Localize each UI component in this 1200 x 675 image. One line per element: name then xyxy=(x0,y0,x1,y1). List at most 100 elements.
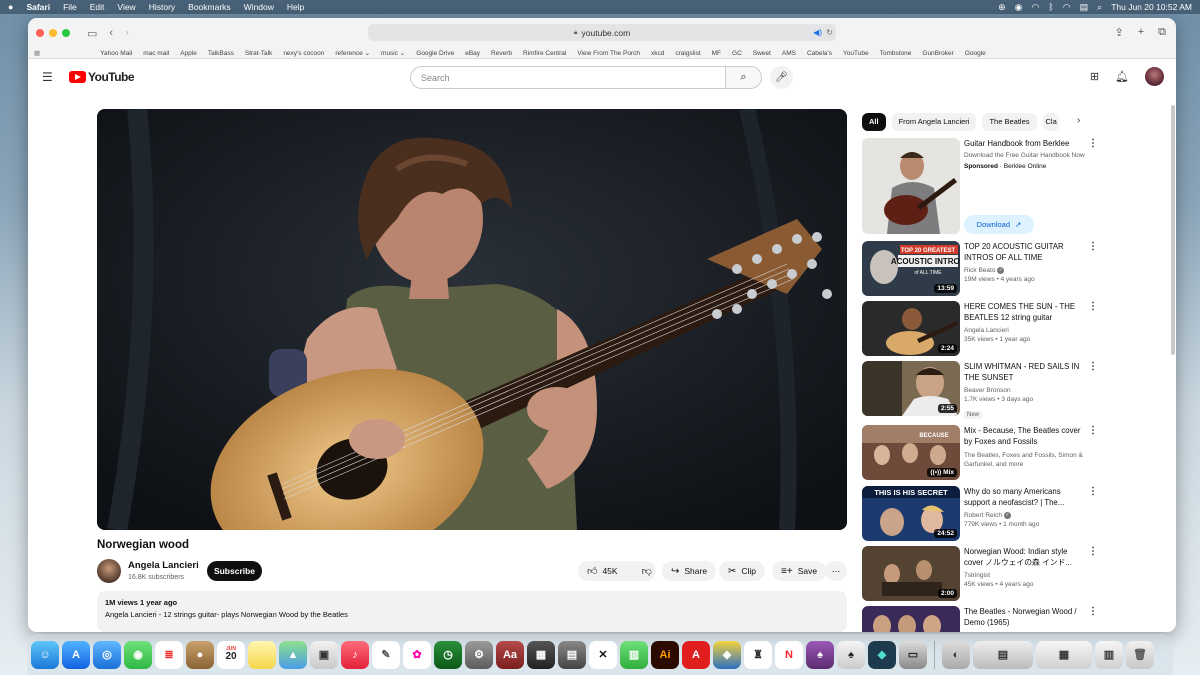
video-thumbnail[interactable]: 2:55 xyxy=(862,361,960,416)
video-title[interactable]: Mix - Because, The Beatles cover by Foxe… xyxy=(964,425,1086,448)
back-icon[interactable]: ‹ xyxy=(109,27,113,39)
reload-icon[interactable]: ↻ xyxy=(826,28,833,37)
notifications-bell-icon[interactable]: 🔔︎ xyxy=(1115,70,1129,83)
menu-app-name[interactable]: Safari xyxy=(26,2,50,12)
share-page-icon[interactable]: ⇪ xyxy=(1114,26,1123,39)
video-channel[interactable]: Angela Lancieri xyxy=(964,327,1086,334)
more-actions-button[interactable]: ⋯ xyxy=(825,561,847,581)
bookmark-item[interactable]: reference ⌄ xyxy=(335,49,370,57)
video-channel[interactable]: 7stringist xyxy=(964,572,1086,579)
safari-icon[interactable]: ◎ xyxy=(93,640,121,669)
video-menu-icon[interactable]: ⋮ xyxy=(1088,546,1098,557)
app-icon-c[interactable]: ♜ xyxy=(744,640,772,669)
bookmark-item[interactable]: Reverb xyxy=(491,50,512,57)
voice-search-button[interactable]: 🎤︎ xyxy=(770,66,793,89)
video-menu-icon[interactable]: ⋮ xyxy=(1088,606,1098,617)
status-icon-b[interactable]: ◉ xyxy=(1015,2,1023,13)
time-machine-icon[interactable]: ◷ xyxy=(434,640,462,669)
new-tab-icon[interactable]: + xyxy=(1138,26,1144,39)
youtube-logo[interactable]: YouTube xyxy=(69,70,135,84)
video-player[interactable] xyxy=(97,109,847,530)
bookmark-item[interactable]: MF xyxy=(712,50,721,57)
app-icon-e[interactable]: ◆ xyxy=(868,640,896,669)
audio-playing-icon[interactable]: ◀) xyxy=(813,28,822,37)
chip-classical[interactable]: Cla xyxy=(1042,113,1059,131)
video-menu-icon[interactable]: ⋮ xyxy=(1088,241,1098,252)
menu-history[interactable]: History xyxy=(149,2,175,12)
ad-title[interactable]: Guitar Handbook from Berklee xyxy=(964,138,1086,149)
forward-icon[interactable]: › xyxy=(125,27,129,39)
chip-from-channel[interactable]: From Angela Lancieri xyxy=(891,113,977,131)
app-icon-f[interactable]: ▭ xyxy=(899,640,927,669)
photos-icon[interactable]: ✿ xyxy=(403,640,431,669)
menu-file[interactable]: File xyxy=(63,2,77,12)
illustrator-icon[interactable]: Ai xyxy=(651,640,679,669)
video-thumbnail[interactable] xyxy=(862,606,960,632)
account-avatar[interactable] xyxy=(1145,67,1164,86)
video-thumbnail[interactable]: THIS IS HIS SECRET 24:52 xyxy=(862,486,960,541)
system-settings-icon[interactable]: ⚙ xyxy=(465,640,493,669)
menu-help[interactable]: Help xyxy=(287,2,304,12)
solitaire-icon[interactable]: ♠ xyxy=(837,640,865,669)
video-menu-icon[interactable]: ⋮ xyxy=(1088,425,1098,436)
video-title[interactable]: The Beatles - Norwegian Wood / Demo (196… xyxy=(964,606,1086,629)
bluetooth-icon[interactable]: ᛒ xyxy=(1048,2,1053,12)
bookmark-item[interactable]: TalkBass xyxy=(208,50,234,57)
contacts-icon[interactable]: ● xyxy=(186,640,214,669)
app-icon-b[interactable]: ◈ xyxy=(713,640,741,669)
apple-menu-icon[interactable]: ● xyxy=(8,2,13,12)
close-window-button[interactable] xyxy=(36,29,44,37)
app-icon-d[interactable]: ♠ xyxy=(806,640,834,669)
calculator-icon[interactable]: ▤ xyxy=(558,640,586,669)
dock-folder-icon[interactable]: ◐ xyxy=(942,640,970,669)
bookmark-item[interactable]: Google xyxy=(965,50,986,57)
bookmark-item[interactable]: Rimfire Central xyxy=(523,50,566,57)
share-button[interactable]: ↪ Share xyxy=(662,561,717,581)
video-thumbnail[interactable]: 2:24 xyxy=(862,301,960,356)
video-thumbnail[interactable]: BECAUSE ((•)) Mix xyxy=(862,425,960,480)
video-channel[interactable]: Rick Beato ✓ xyxy=(964,266,1086,274)
save-button[interactable]: ≡+ Save xyxy=(772,561,827,581)
finder-icon[interactable]: ☺ xyxy=(31,640,59,669)
page-scrollbar[interactable] xyxy=(1171,105,1175,355)
chevron-right-icon[interactable]: › xyxy=(1077,115,1080,126)
video-thumbnail[interactable]: TOP 20 GREATEST ACOUSTIC INTROS of ALL T… xyxy=(862,241,960,296)
headphones-icon[interactable]: ◠ xyxy=(1032,2,1040,13)
dock-window-thumbnail[interactable]: ▤ xyxy=(973,640,1033,669)
video-title[interactable]: HERE COMES THE SUN - THE BEATLES 12 stri… xyxy=(964,301,1086,324)
address-bar[interactable]: 🔒︎ youtube.com ◀) ↻ xyxy=(368,24,836,41)
bookmark-item[interactable]: mac mail xyxy=(143,50,169,57)
menu-bookmarks[interactable]: Bookmarks xyxy=(188,2,231,12)
bookmark-item[interactable]: Sweet xyxy=(753,50,771,57)
zoom-window-button[interactable] xyxy=(62,29,70,37)
bookmark-item[interactable]: music ⌄ xyxy=(381,49,405,57)
bookmark-item[interactable]: craigslist xyxy=(675,50,700,57)
ad-menu-icon[interactable]: ⋮ xyxy=(1088,138,1098,149)
sidebar-toggle-icon[interactable]: ▭ xyxy=(87,27,97,40)
bookmark-item[interactable]: Apple xyxy=(180,50,197,57)
bookmark-item[interactable]: GC xyxy=(732,50,742,57)
video-channel[interactable]: Robert Reich ✓ xyxy=(964,511,1086,519)
video-channel[interactable]: Beaver Bronson xyxy=(964,387,1086,394)
channel-avatar[interactable] xyxy=(97,559,121,583)
maps-icon[interactable]: ▲ xyxy=(279,640,307,669)
preview-icon[interactable]: ▣ xyxy=(310,640,338,669)
acrobat-icon[interactable]: A xyxy=(682,640,710,669)
minimize-window-button[interactable] xyxy=(49,29,57,37)
bookmark-item[interactable]: View From The Porch xyxy=(577,50,640,57)
ad-download-button[interactable]: Download ↗ xyxy=(964,215,1034,234)
chip-all[interactable]: All xyxy=(862,113,886,131)
clip-button[interactable]: ✂ Clip xyxy=(719,561,766,581)
control-center-icon[interactable]: ▤ xyxy=(1080,2,1089,13)
app-store-icon[interactable]: A xyxy=(62,640,90,669)
video-menu-icon[interactable]: ⋮ xyxy=(1088,486,1098,497)
textedit-icon[interactable]: ✎ xyxy=(372,640,400,669)
bookmark-item[interactable]: xkcd xyxy=(651,50,664,57)
dock-window-thumbnail[interactable]: ▥ xyxy=(1095,640,1123,669)
bookmark-item[interactable]: Tombstone xyxy=(880,50,912,57)
menu-view[interactable]: View xyxy=(117,2,135,12)
subscribe-button[interactable]: Subscribe xyxy=(207,561,262,581)
app-icon-a[interactable]: ✕ xyxy=(589,640,617,669)
video-menu-icon[interactable]: ⋮ xyxy=(1088,361,1098,372)
trash-icon[interactable]: 🗑︎ xyxy=(1126,640,1154,669)
